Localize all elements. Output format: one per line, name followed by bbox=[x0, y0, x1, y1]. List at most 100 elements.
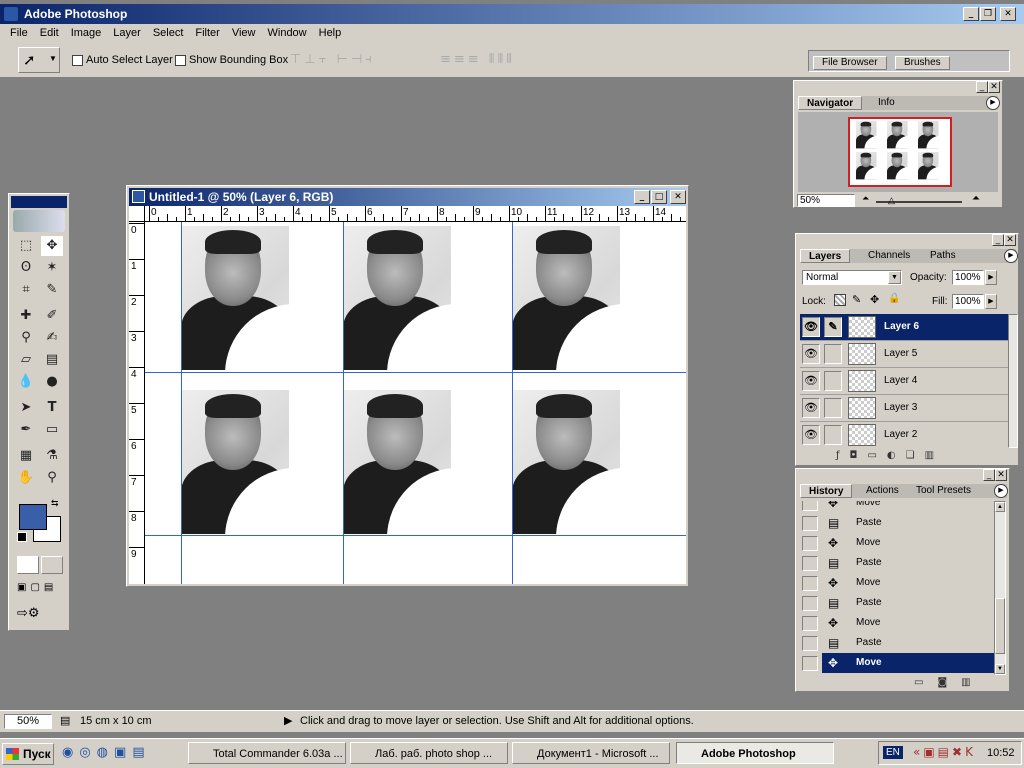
pen-tool-icon[interactable]: ✒ bbox=[15, 420, 37, 440]
tab-layers[interactable]: Layers bbox=[800, 249, 851, 263]
layers-menu-icon[interactable]: ▶ bbox=[1004, 249, 1018, 263]
history-state-body[interactable]: ✥ Move bbox=[822, 613, 994, 633]
history-state[interactable]: ✥ Move bbox=[800, 533, 992, 553]
standard-mode-button[interactable] bbox=[17, 556, 39, 574]
adobe-online-icon[interactable] bbox=[13, 210, 65, 232]
eye-icon[interactable]: 👁 bbox=[802, 425, 820, 445]
start-button[interactable]: Пуск bbox=[2, 743, 54, 765]
history-brush-source-slot[interactable] bbox=[802, 616, 818, 631]
language-indicator[interactable]: EN bbox=[883, 746, 903, 759]
menu-filter[interactable]: Filter bbox=[189, 24, 225, 42]
blend-mode-select[interactable]: Normal ▼ bbox=[802, 270, 902, 285]
close-button[interactable]: ✕ bbox=[1000, 7, 1016, 21]
tab-info[interactable]: Info bbox=[870, 96, 903, 110]
move-tool-icon[interactable]: ✥ bbox=[41, 236, 63, 256]
history-brush-source-slot[interactable] bbox=[802, 501, 818, 511]
eye-icon[interactable]: 👁 bbox=[802, 398, 820, 418]
adjustment-layer-icon[interactable]: ◐ bbox=[887, 450, 906, 461]
brush-icon[interactable]: ✎ bbox=[824, 317, 842, 337]
history-brush-source-slot[interactable] bbox=[802, 556, 818, 571]
status-menu-icon[interactable]: ▶ bbox=[284, 714, 292, 727]
menu-window[interactable]: Window bbox=[262, 24, 313, 42]
tab-history[interactable]: History bbox=[800, 484, 853, 498]
lock-image-icon[interactable]: ✎ bbox=[852, 293, 861, 306]
menu-help[interactable]: Help bbox=[313, 24, 348, 42]
path-selection-icon[interactable]: ➤ bbox=[15, 398, 37, 418]
layer-style-icon[interactable]: ƒ bbox=[836, 450, 850, 461]
history-brush-source-slot[interactable] bbox=[802, 516, 818, 531]
jump-to-imageready-icon[interactable]: ⇨⚙ bbox=[17, 606, 63, 624]
lock-position-icon[interactable]: ✥ bbox=[870, 293, 879, 306]
history-state-body[interactable]: ▤ Paste bbox=[822, 633, 994, 653]
navigator-close-button[interactable]: ✕ bbox=[988, 81, 1000, 93]
new-document-icon[interactable]: ▭ bbox=[914, 677, 937, 688]
navigator-minimize-button[interactable]: _ bbox=[976, 81, 988, 93]
layer-row[interactable]: 👁 Layer 3 bbox=[800, 395, 1008, 422]
menu-view[interactable]: View bbox=[226, 24, 262, 42]
menu-select[interactable]: Select bbox=[147, 24, 190, 42]
history-state-body[interactable]: ▤ Paste bbox=[822, 553, 994, 573]
history-brush-source-slot[interactable] bbox=[802, 636, 818, 651]
tab-channels[interactable]: Channels bbox=[860, 249, 918, 263]
history-state[interactable]: ▤ Paste bbox=[800, 593, 992, 613]
history-palette-titlebar[interactable]: _ ✕ bbox=[798, 469, 1007, 481]
link-slot[interactable] bbox=[824, 425, 842, 445]
layer-mask-icon[interactable]: ◘ bbox=[850, 450, 868, 461]
eye-icon[interactable]: 👁 bbox=[802, 371, 820, 391]
align-buttons[interactable]: ⊤⊥⫟ ⊢⊣⫞ bbox=[290, 52, 430, 68]
menu-edit[interactable]: Edit bbox=[34, 24, 65, 42]
marquee-tool-icon[interactable]: ⬚ bbox=[15, 236, 37, 256]
layer-row[interactable]: 👁 Layer 5 bbox=[800, 341, 1008, 368]
history-state[interactable]: ▤ Paste bbox=[800, 513, 992, 533]
tool-preset-picker[interactable]: ➚ ▼ bbox=[18, 47, 60, 73]
history-state[interactable]: ✥ Move bbox=[800, 501, 992, 513]
navigator-zoom-field[interactable]: 50% bbox=[797, 194, 855, 207]
history-scroll-down[interactable]: ▼ bbox=[995, 664, 1005, 674]
crop-tool-icon[interactable]: ⌗ bbox=[15, 280, 37, 300]
chevron-down-icon[interactable]: ▼ bbox=[888, 271, 901, 284]
foreground-color-swatch[interactable] bbox=[19, 504, 47, 530]
opacity-field[interactable]: 100% bbox=[952, 270, 984, 285]
default-colors-icon[interactable] bbox=[17, 532, 27, 542]
navigator-palette-titlebar[interactable]: _ ✕ bbox=[796, 81, 1000, 93]
tab-actions[interactable]: Actions bbox=[858, 484, 907, 498]
opacity-slider-button[interactable]: ▶ bbox=[985, 270, 997, 285]
tab-paths[interactable]: Paths bbox=[922, 249, 964, 263]
doc-minimize-button[interactable]: _ bbox=[634, 190, 650, 204]
menu-image[interactable]: Image bbox=[65, 24, 108, 42]
history-brush-icon[interactable]: ✍ bbox=[41, 328, 63, 348]
history-state-body[interactable]: ✥ Move bbox=[822, 533, 994, 553]
auto-select-check[interactable] bbox=[72, 54, 83, 66]
history-state[interactable]: ▤ Paste bbox=[800, 553, 992, 573]
layer-row[interactable]: 👁 Layer 4 bbox=[800, 368, 1008, 395]
quick-mask-button[interactable] bbox=[41, 556, 63, 574]
history-minimize-button[interactable]: _ bbox=[983, 469, 995, 481]
history-brush-source-slot[interactable] bbox=[802, 576, 818, 591]
lasso-tool-icon[interactable]: ʘ bbox=[15, 258, 37, 278]
brush-tool-icon[interactable]: ✐ bbox=[41, 306, 63, 326]
lock-transparency-icon[interactable] bbox=[834, 294, 846, 306]
history-state[interactable]: ✥ Move bbox=[800, 613, 992, 633]
history-state-body[interactable]: ✥ Move bbox=[822, 653, 994, 673]
menu-layer[interactable]: Layer bbox=[107, 24, 147, 42]
eyedropper-icon[interactable]: ⚗ bbox=[41, 446, 63, 466]
guide-vertical[interactable] bbox=[181, 222, 182, 584]
layer-row[interactable]: 👁 ✎ Layer 6 bbox=[800, 314, 1008, 341]
quicklaunch-icons[interactable]: ◉◎◍▣▤ bbox=[62, 745, 151, 760]
auto-select-checkbox[interactable]: Auto Select Layer bbox=[72, 54, 173, 66]
history-brush-source-slot[interactable] bbox=[802, 656, 818, 671]
new-layer-icon[interactable]: ❏ bbox=[906, 450, 925, 461]
tab-navigator[interactable]: Navigator bbox=[798, 96, 863, 110]
snapshot-icon[interactable]: ◙ bbox=[937, 677, 961, 688]
history-state-body[interactable]: ▤ Paste bbox=[822, 593, 994, 613]
layers-close-button[interactable]: ✕ bbox=[1004, 234, 1016, 246]
link-slot[interactable] bbox=[824, 344, 842, 364]
trash-icon[interactable]: ▥ bbox=[925, 450, 944, 461]
history-brush-source-slot[interactable] bbox=[802, 536, 818, 551]
document-titlebar[interactable]: Untitled-1 @ 50% (Layer 6, RGB) _ □ ✕ bbox=[129, 188, 686, 206]
zoom-out-icon[interactable]: ⏶ bbox=[862, 193, 869, 204]
fill-field[interactable]: 100% bbox=[952, 294, 984, 309]
tray-icons[interactable]: «▣▤✖K bbox=[913, 745, 976, 759]
guide-horizontal[interactable] bbox=[145, 372, 686, 373]
history-state-body[interactable]: ✥ Move bbox=[822, 501, 994, 513]
